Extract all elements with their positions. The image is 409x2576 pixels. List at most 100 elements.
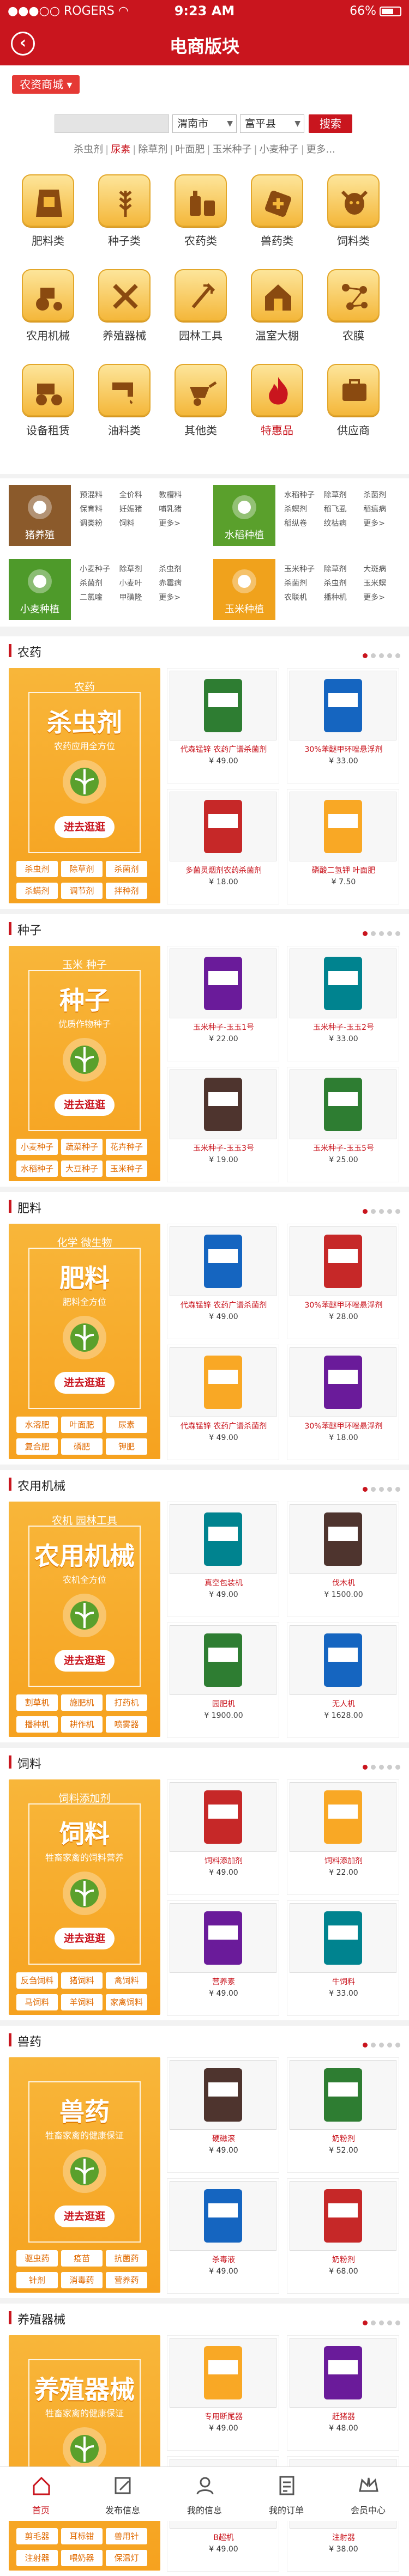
category-greenhouse[interactable]: 温室大棚 <box>244 269 310 343</box>
product-name[interactable]: 30%苯醚甲环唑悬浮剂 <box>287 744 400 755</box>
feature-item[interactable]: 除草剂 <box>324 488 364 502</box>
feature-item[interactable]: 杀螟剂 <box>284 502 324 517</box>
promo-tag[interactable]: 钾肥 <box>106 1438 147 1455</box>
carousel-dot[interactable] <box>387 1209 392 1214</box>
product-name[interactable]: 专用断尾器 <box>167 2411 280 2422</box>
city-select[interactable]: 渭南市 ▼ <box>172 114 237 133</box>
product-image[interactable] <box>290 1625 396 1695</box>
carousel-dot[interactable] <box>379 2320 384 2325</box>
feature-item[interactable]: 调类粉 <box>80 517 119 531</box>
product-image[interactable] <box>290 1070 396 1139</box>
feature-block[interactable]: 猪养殖 预混料 全价料 教槽料保育料 妊娠猪 哺乳猪调类粉 饲料 更多> <box>0 478 204 552</box>
category-supplier[interactable]: 供应商 <box>321 364 386 438</box>
carousel-dot[interactable] <box>387 2320 392 2325</box>
product-card[interactable]: 真空包装机 ¥ 49.00 <box>167 1502 279 1617</box>
promo-tag[interactable]: 马饲料 <box>16 1994 58 2010</box>
product-name[interactable]: 代森锰锌 农药广谱杀菌剂 <box>167 1299 280 1310</box>
product-card[interactable]: 园肥机 ¥ 1900.00 <box>167 1623 279 1738</box>
carousel-dot[interactable] <box>363 1765 368 1770</box>
feature-item[interactable]: 播种机 <box>324 591 364 605</box>
feature-item[interactable]: 小麦种子 <box>80 562 119 576</box>
feature-item[interactable]: 预混料 <box>80 488 119 502</box>
feature-badge[interactable]: 玉米种植 <box>213 559 275 620</box>
product-card[interactable]: 奶粉剂 ¥ 52.00 <box>287 2057 399 2173</box>
product-image[interactable] <box>290 1903 396 1973</box>
category-pesticide-bottle[interactable]: 农药类 <box>168 174 233 248</box>
carousel-dot[interactable] <box>371 931 376 936</box>
carousel-dot[interactable] <box>371 653 376 658</box>
product-name[interactable]: 奶粉剂 <box>287 2254 400 2265</box>
carousel-dot[interactable] <box>363 1209 368 1214</box>
promo-tag[interactable]: 调节剂 <box>61 883 103 899</box>
carousel-dot[interactable] <box>379 1765 384 1770</box>
feature-item[interactable]: 甲磺隆 <box>119 591 159 605</box>
product-name[interactable]: 饲料添加剂 <box>167 1855 280 1866</box>
feature-item[interactable]: 更多> <box>363 591 403 605</box>
feature-item[interactable]: 更多> <box>159 517 199 531</box>
category-vet-medicine[interactable]: 兽药类 <box>244 174 310 248</box>
product-name[interactable]: 饲料添加剂 <box>287 1855 400 1866</box>
tab-user[interactable]: 我的信息 <box>164 2467 245 2522</box>
feature-block[interactable]: 玉米种植 玉米种子 除草剂 大斑病杀菌剂 杀虫剂 玉米螟农联机 播种机 更多> <box>204 552 409 627</box>
carousel-dot[interactable] <box>395 1209 400 1214</box>
category-wheelbarrow[interactable]: 其他类 <box>168 364 233 438</box>
product-name[interactable]: 玉米种子-玉玉5号 <box>287 1143 400 1153</box>
feature-item[interactable]: 稻瘟病 <box>363 502 403 517</box>
carousel-dot[interactable] <box>387 1765 392 1770</box>
tab-edit[interactable]: 发布信息 <box>82 2467 164 2522</box>
promo-tag[interactable]: 小麦种子 <box>16 1139 58 1155</box>
product-name[interactable]: B超机 <box>167 2532 280 2543</box>
promo-tag[interactable]: 拌种剂 <box>106 883 147 899</box>
product-card[interactable]: 奶粉剂 ¥ 68.00 <box>287 2178 399 2294</box>
feature-badge[interactable]: 猪养殖 <box>9 485 71 546</box>
feature-item[interactable]: 玉米种子 <box>284 562 324 576</box>
feature-item[interactable]: 稻纵卷 <box>284 517 324 531</box>
promo-tag[interactable]: 大豆种子 <box>61 1161 103 1177</box>
product-card[interactable]: 伐木机 ¥ 1500.00 <box>287 1502 399 1617</box>
enter-button[interactable]: 进去逛逛 <box>55 1372 115 1394</box>
promo-banner[interactable]: 化学 微生物 肥料 肥料全方位 进去逛逛 水溶肥 叶面肥 尿素复合肥 磷肥 钾肥 <box>9 1224 160 1459</box>
promo-tag[interactable]: 羊饲料 <box>61 1994 103 2010</box>
feature-item[interactable]: 农联机 <box>284 591 324 605</box>
feature-item[interactable]: 教槽料 <box>159 488 199 502</box>
product-name[interactable]: 磷酸二氢钾 叶面肥 <box>287 865 400 876</box>
carousel-dot[interactable] <box>379 653 384 658</box>
carousel-dot[interactable] <box>363 653 368 658</box>
promo-tag[interactable]: 播种机 <box>16 1716 58 1733</box>
mall-tag[interactable]: 农资商城 ▾ <box>12 75 80 94</box>
tab-orders[interactable]: 我的订单 <box>245 2467 327 2522</box>
promo-tag[interactable]: 叶面肥 <box>61 1417 103 1433</box>
product-name[interactable]: 园肥机 <box>167 1698 280 1709</box>
feature-item[interactable]: 稻飞虱 <box>324 502 364 517</box>
product-image[interactable] <box>290 1782 396 1852</box>
feature-item[interactable]: 二氯喹 <box>80 591 119 605</box>
section-title[interactable]: 农药 <box>17 643 41 660</box>
carousel-dot[interactable] <box>363 931 368 936</box>
category-garden-fork[interactable]: 园林工具 <box>168 269 233 343</box>
feature-item[interactable]: 更多> <box>363 517 403 531</box>
tab-crown[interactable]: 会员中心 <box>327 2467 409 2522</box>
hot-keyword[interactable]: 叶面肥 <box>175 144 204 155</box>
product-name[interactable]: 玉米种子-玉玉2号 <box>287 1022 400 1032</box>
promo-banner[interactable]: 养殖器械牲畜家禽的健康保证进去逛逛剪毛器耳标钳兽用针注射器喂奶器保温灯 <box>9 2335 160 2571</box>
feature-item[interactable]: 饲料 <box>119 517 159 531</box>
product-card[interactable]: 饲料添加剂 ¥ 22.00 <box>287 1779 399 1895</box>
carousel-dot[interactable] <box>371 2043 376 2048</box>
search-button[interactable]: 搜索 <box>309 114 352 133</box>
product-image[interactable] <box>290 2181 396 2251</box>
feature-block[interactable]: 小麦种植 小麦种子 除草剂 杀虫剂杀菌剂 小麦叶 赤霉病二氯喹 甲磺隆 更多> <box>0 552 204 627</box>
product-image[interactable] <box>170 792 276 861</box>
promo-tag[interactable]: 耳标钳 <box>61 2528 103 2544</box>
section-title[interactable]: 种子 <box>17 921 41 938</box>
product-image[interactable] <box>170 1226 276 1296</box>
carousel-dot[interactable] <box>379 1209 384 1214</box>
category-tractor-rent[interactable]: 设备租赁 <box>15 364 81 438</box>
promo-tag[interactable]: 除草剂 <box>61 861 103 877</box>
promo-tag[interactable]: 针剂 <box>16 2272 58 2288</box>
product-name[interactable]: 伐木机 <box>287 1577 400 1588</box>
feature-item[interactable]: 全价料 <box>119 488 159 502</box>
carousel-dot[interactable] <box>379 1487 384 1492</box>
product-name[interactable]: 代森锰锌 农药广谱杀菌剂 <box>167 1420 280 1431</box>
promo-tag[interactable]: 抗菌药 <box>106 2250 147 2267</box>
section-title[interactable]: 饲料 <box>17 1754 41 1772</box>
